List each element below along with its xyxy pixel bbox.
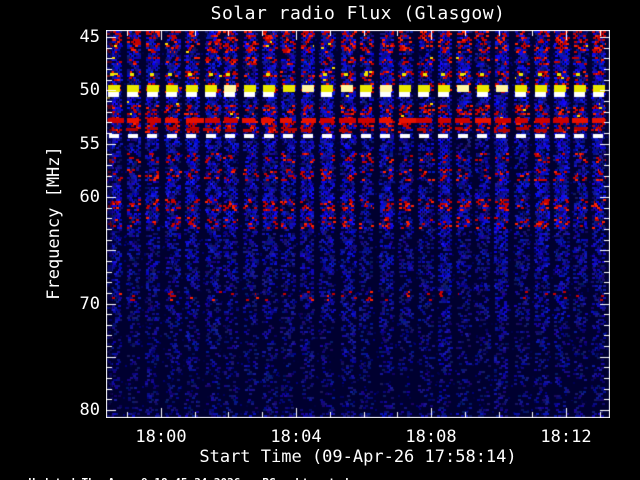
spectrogram-plot-area (106, 30, 610, 418)
x-tick-label-1804: 18:04 (270, 427, 322, 447)
y-tick-label-80: 80 (79, 400, 100, 420)
solar-radio-spectrogram-window: Solar radio Flux (Glasgow) Frequency [MH… (0, 0, 640, 480)
y-tick-label-70: 70 (79, 294, 100, 314)
x-tick-label-1800: 18:00 (135, 427, 187, 447)
x-tick-label-1808: 18:08 (405, 427, 457, 447)
status-bar: Updated Thu Apr 9 18:45:34 2026 BG subtra… (2, 463, 349, 480)
y-tick-label-60: 60 (79, 187, 100, 207)
bg-subtracted-label: BG subtracted (262, 476, 348, 480)
y-tick-label-45: 45 (79, 27, 100, 47)
y-tick-label-50: 50 (79, 80, 100, 100)
chart-title: Solar radio Flux (Glasgow) (210, 3, 506, 24)
x-tick-label-1812: 18:12 (540, 427, 592, 447)
y-axis-title: Frequency [MHz] (44, 146, 64, 300)
y-tick-label-55: 55 (79, 134, 100, 154)
updated-timestamp: Updated Thu Apr 9 18:45:34 2026 (29, 476, 241, 480)
